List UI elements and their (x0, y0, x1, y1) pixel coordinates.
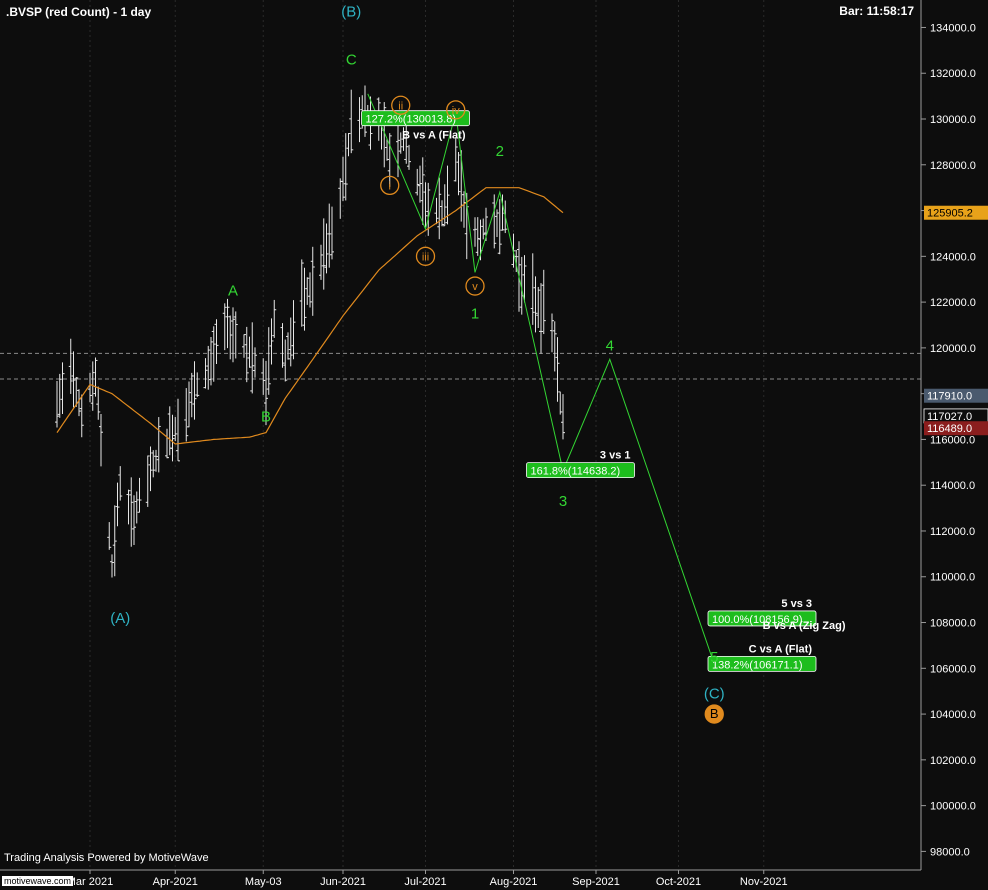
wave-label: (C) (704, 685, 725, 702)
price-badge-label: 117027.0 (927, 411, 972, 423)
fib-badge-label: 161.8%(114638.2) (531, 466, 621, 478)
y-tick-label: 116000.0 (930, 434, 975, 446)
x-tick-label: Jul-2021 (404, 876, 446, 888)
wave-label: A (228, 283, 238, 300)
y-tick-label: 106000.0 (930, 663, 976, 675)
wave-label: iv (452, 105, 460, 117)
y-tick-label: 114000.0 (930, 480, 975, 492)
wave-label: B (710, 706, 719, 721)
x-tick-label: Sep-2021 (572, 876, 620, 888)
x-tick-label: May-03 (245, 876, 282, 888)
y-tick-label: 134000.0 (930, 22, 976, 34)
chart-canvas[interactable]: 127.2%(130013.8) B vs A (Flat) 161.8%(1146… (0, 0, 988, 890)
x-tick-label: Oct-2021 (656, 876, 701, 888)
wave-label: ii (398, 100, 403, 112)
y-tick-label: 128000.0 (930, 160, 976, 172)
x-tick-label: Mar 2021 (67, 876, 113, 888)
y-tick-label: 122000.0 (930, 297, 976, 309)
wave-label: C (346, 52, 357, 69)
y-tick-label: 98000.0 (930, 846, 970, 858)
y-tick-label: 112000.0 (930, 526, 975, 538)
bar-time: Bar: 11:58:17 (839, 4, 914, 18)
y-tick-label: 102000.0 (930, 755, 976, 767)
motivewave-logo: motivewave.com (2, 876, 74, 886)
y-tick-label: 110000.0 (930, 572, 975, 584)
wave-label: 2 (496, 143, 504, 160)
chart-title: .BVSP (red Count) - 1 day (6, 5, 152, 19)
fib-caption: C vs A (Flat) (749, 643, 813, 655)
x-tick-label: Jun-2021 (320, 876, 366, 888)
price-badge-label: 117910.0 (927, 391, 972, 403)
x-tick-label: Nov-2021 (740, 876, 788, 888)
fib-caption: B vs A (Flat) (402, 130, 466, 142)
fib-badge-label: 138.2%(106171.1) (712, 659, 803, 671)
y-tick-label: 132000.0 (930, 68, 976, 80)
wave-label: 1 (471, 306, 479, 323)
wave-label: 5 (710, 649, 718, 666)
wave-label: 3 (559, 493, 567, 510)
price-badge-label: 116489.0 (927, 423, 972, 435)
y-tick-label: 108000.0 (930, 618, 976, 630)
fib-caption: 5 vs 3 (781, 598, 812, 610)
y-tick-label: 100000.0 (930, 801, 976, 813)
wave-label: iii (422, 251, 429, 263)
fib-badge-label: 127.2%(130013.8) (366, 114, 457, 126)
wave-label: v (472, 281, 478, 293)
y-tick-label: 130000.0 (930, 114, 976, 126)
wave-label: (A) (110, 610, 130, 627)
y-tick-label: 120000.0 (930, 343, 976, 355)
fib-caption: B vs A (Zig Zag) (763, 620, 846, 632)
x-tick-label: Aug-2021 (490, 876, 538, 888)
wave-label: (B) (341, 3, 361, 20)
fib-caption: 3 vs 1 (600, 450, 631, 462)
powered-by-text: Trading Analysis Powered by MotiveWave (4, 852, 209, 864)
wave-label: B (261, 409, 271, 426)
y-tick-label: 104000.0 (930, 709, 976, 721)
wave-label: 4 (606, 338, 614, 355)
price-badge-label: 125905.2 (927, 208, 973, 220)
wave-label: i (389, 180, 391, 192)
x-tick-label: Apr-2021 (153, 876, 198, 888)
chart-background (0, 0, 988, 890)
y-tick-label: 124000.0 (930, 251, 976, 263)
